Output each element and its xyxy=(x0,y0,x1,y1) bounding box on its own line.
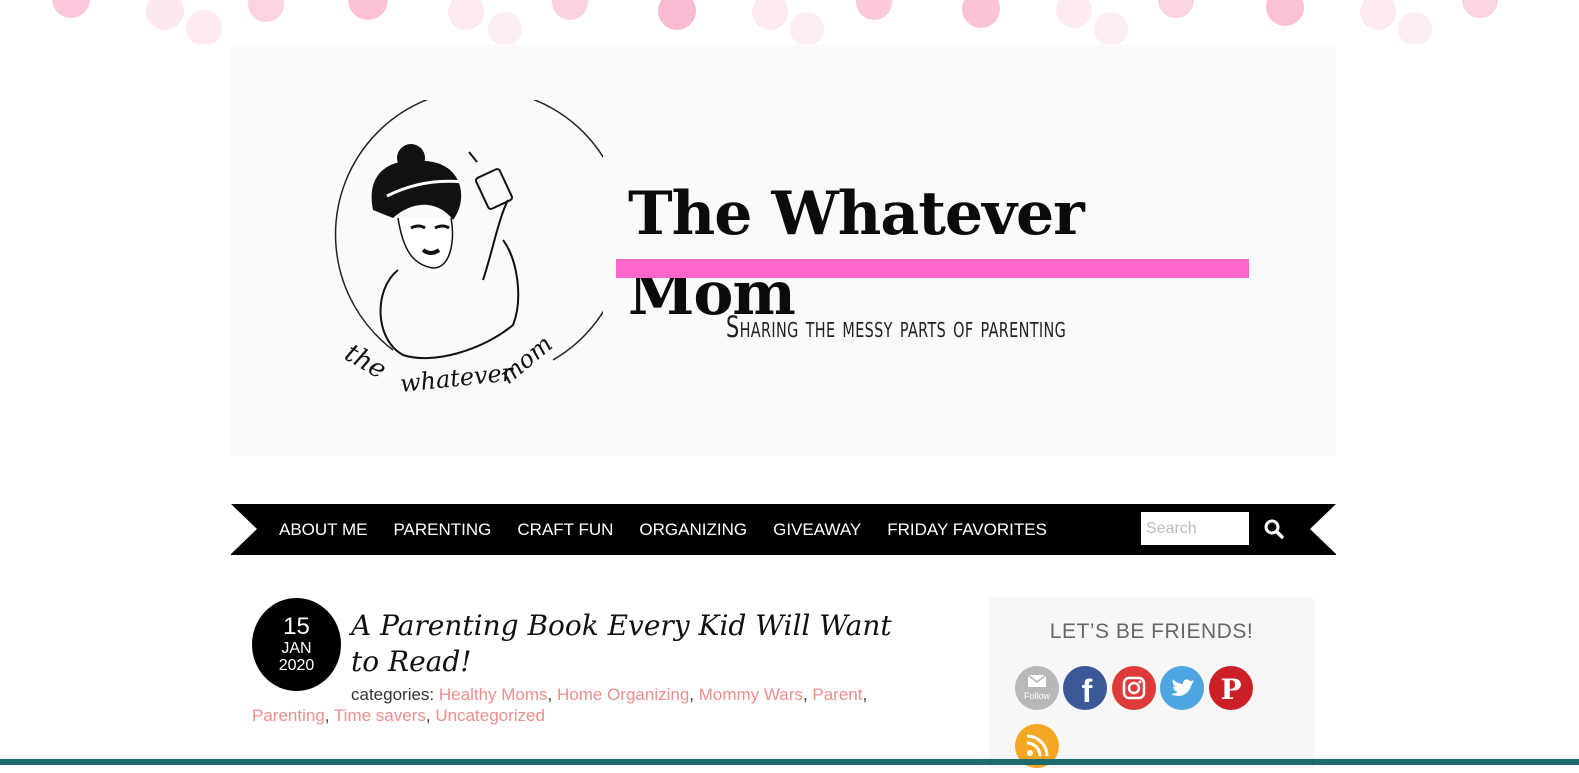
nav-item-organizing[interactable]: ORGANIZING xyxy=(639,520,747,540)
post-title[interactable]: A Parenting Book Every Kid Will Want to … xyxy=(351,608,921,680)
nav-right-notch xyxy=(1310,504,1336,554)
polka-dot-banner xyxy=(0,0,1579,44)
site-tagline: Sharing the messy parts of parenting xyxy=(726,310,1067,344)
svg-text:f: f xyxy=(1082,673,1093,709)
bottom-edge-bar xyxy=(0,759,1579,765)
title-underline-bar xyxy=(616,259,1249,278)
category-link[interactable]: Time savers xyxy=(334,706,426,725)
post-date-month: JAN xyxy=(281,640,312,657)
pinterest-icon[interactable]: P xyxy=(1209,666,1253,710)
nav-item-about-me[interactable]: ABOUT ME xyxy=(279,520,367,540)
main-navigation: ABOUT ME PARENTING CRAFT FUN ORGANIZING … xyxy=(231,504,1336,555)
category-link[interactable]: Mommy Wars xyxy=(699,685,803,704)
nav-item-craft-fun[interactable]: CRAFT FUN xyxy=(517,520,613,540)
sidebar-widget-social: LET’S BE FRIENDS! Follow f P xyxy=(989,598,1314,768)
nav-item-parenting[interactable]: PARENTING xyxy=(393,520,491,540)
follow-label: Follow xyxy=(1024,691,1051,701)
post-categories: categories: Healthy Moms, Home Organizin… xyxy=(252,685,868,725)
category-link[interactable]: Home Organizing xyxy=(557,685,689,704)
post-date-day: 15 xyxy=(283,613,310,640)
svg-text:P: P xyxy=(1220,673,1241,706)
category-link[interactable]: Healthy Moms xyxy=(439,685,548,704)
logo-mom-illustration[interactable]: the whatever mom xyxy=(303,100,603,410)
search-icon[interactable] xyxy=(1263,518,1285,540)
twitter-icon[interactable] xyxy=(1160,666,1204,710)
nav-item-giveaway[interactable]: GIVEAWAY xyxy=(773,520,861,540)
nav-menu: ABOUT ME PARENTING CRAFT FUN ORGANIZING … xyxy=(279,504,1073,555)
categories-label: categories: xyxy=(351,685,435,704)
search-input[interactable] xyxy=(1141,512,1249,545)
category-link[interactable]: Parenting xyxy=(252,706,325,725)
widget-title: LET’S BE FRIENDS! xyxy=(1049,620,1254,643)
facebook-icon[interactable]: f xyxy=(1063,666,1107,710)
category-link[interactable]: Parent xyxy=(812,685,862,704)
post-date-badge: 15 JAN 2020 xyxy=(252,598,341,691)
svg-text:mom: mom xyxy=(494,330,558,390)
category-link[interactable]: Uncategorized xyxy=(435,706,545,725)
site-header: the whatever mom The Whatever Mom Sharin… xyxy=(231,44,1336,456)
nav-left-notch xyxy=(231,504,257,554)
email-follow-icon[interactable]: Follow xyxy=(1015,666,1059,710)
nav-item-friday-favorites[interactable]: FRIDAY FAVORITES xyxy=(887,520,1047,540)
post-date-year: 2020 xyxy=(278,657,315,674)
instagram-icon[interactable] xyxy=(1112,666,1156,710)
svg-text:the: the xyxy=(340,338,392,385)
